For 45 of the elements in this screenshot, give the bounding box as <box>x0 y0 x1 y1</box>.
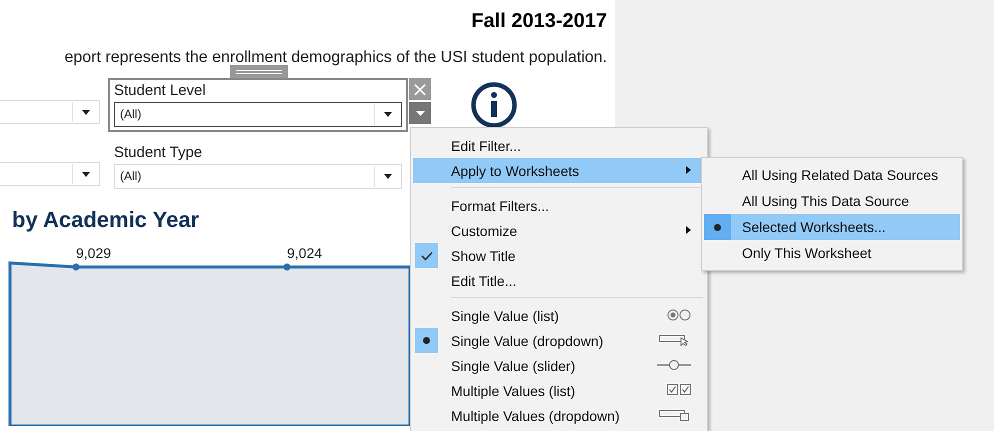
menu-item[interactable]: Multiple Values (dropdown) <box>413 403 705 428</box>
drag-handle[interactable] <box>230 65 288 78</box>
menu-button[interactable] <box>409 102 431 124</box>
report-description: eport represents the enrollment demographics of the USI student population. <box>64 48 607 68</box>
dropdown-checkbox-icon <box>659 409 691 421</box>
menu-item[interactable]: Format Filters... <box>413 193 705 218</box>
submenu-arrow-icon <box>686 226 691 234</box>
caret-icon <box>384 174 392 179</box>
dropdown-field[interactable] <box>0 100 100 124</box>
data-point <box>284 264 290 270</box>
report-title: Fall 2013-2017 <box>471 9 607 34</box>
menu-item[interactable]: Multiple Values (list) <box>413 378 705 403</box>
bullet-icon <box>714 224 721 230</box>
menu-item[interactable]: Single Value (slider) <box>413 353 705 378</box>
slider-icon <box>657 359 691 371</box>
dropdown-field[interactable]: (All) <box>114 102 402 127</box>
menu-item[interactable]: Selected Worksheets... <box>704 214 960 240</box>
caret-icon <box>416 110 424 116</box>
caret-icon <box>82 110 90 115</box>
caret-icon <box>82 172 90 177</box>
check-icon <box>420 250 432 260</box>
info-icon[interactable] <box>471 82 517 128</box>
menu-item[interactable]: Customize <box>413 218 705 243</box>
filter-label: Student Level <box>114 82 207 100</box>
dropdown-field[interactable] <box>0 162 100 186</box>
menu-item[interactable]: Edit Title... <box>413 268 705 293</box>
menu-item[interactable]: Only This Worksheet <box>704 240 960 266</box>
menu-item[interactable]: All Using Related Data Sources <box>704 162 960 188</box>
checkboxes-icon <box>667 384 691 396</box>
chart-title: by Academic Year <box>12 206 200 234</box>
filter-label: Student Type <box>114 144 204 162</box>
bullet-icon <box>423 337 430 344</box>
menu-item[interactable]: Show Title <box>413 243 705 268</box>
submenu-arrow-icon <box>686 166 691 174</box>
menu-item[interactable]: Single Value (list) <box>413 303 705 328</box>
menu-item[interactable]: All Using This Data Source <box>704 188 960 214</box>
radio-buttons-icon <box>667 309 691 321</box>
data-label: 9,029 <box>76 245 112 261</box>
dropdown-field[interactable]: (All) <box>114 164 402 189</box>
data-point <box>72 264 80 270</box>
menu-item[interactable]: Single Value (dropdown) <box>413 328 705 353</box>
menu-item[interactable]: Edit Filter... <box>413 133 705 158</box>
dropdown-cursor-icon <box>659 334 691 346</box>
data-label: 9,024 <box>287 245 322 261</box>
caret-icon <box>384 112 392 117</box>
